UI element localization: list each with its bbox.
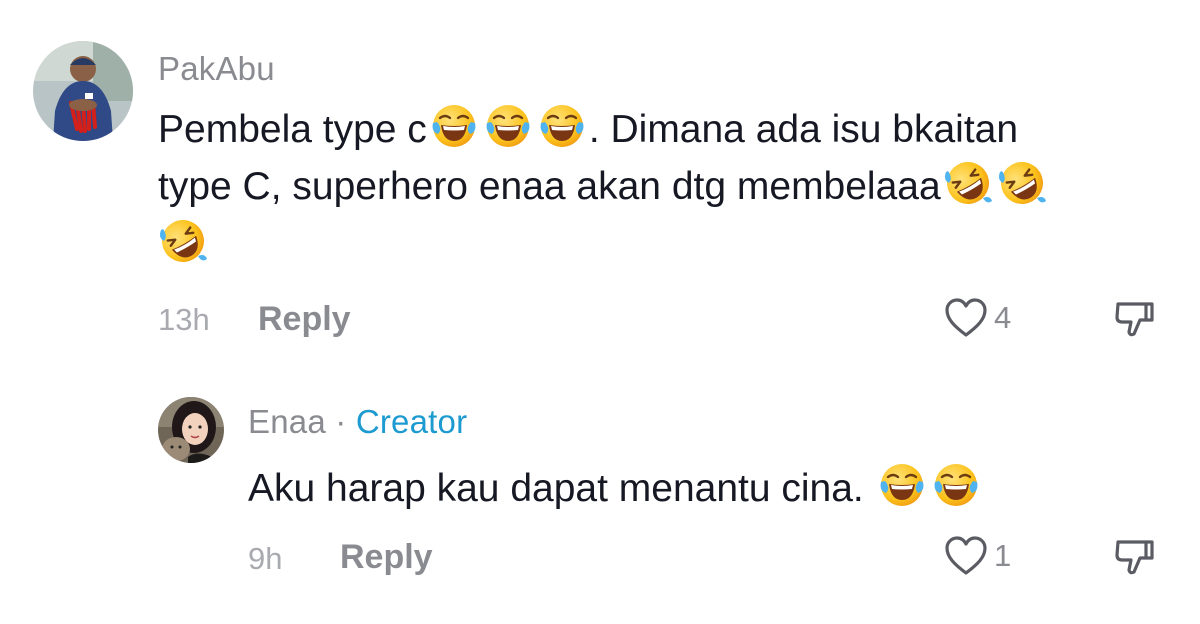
like-count: 4 <box>994 300 1012 335</box>
comment-username[interactable]: Enaa <box>248 403 326 440</box>
avatar[interactable] <box>33 41 133 141</box>
comment-timestamp: 13h <box>158 302 210 337</box>
reply-username-row: Enaa · Creator <box>248 403 467 441</box>
face-with-tears-of-joy-icon <box>537 101 587 151</box>
creator-badge: Creator <box>355 403 468 440</box>
separator-dot: · <box>335 403 347 440</box>
dislike-button[interactable] <box>1112 536 1156 585</box>
face-with-tears-of-joy-icon <box>483 101 533 151</box>
like-count: 1 <box>994 538 1012 573</box>
face-with-tears-of-joy-icon <box>877 460 927 510</box>
comment-text-line <box>156 216 210 273</box>
comment-text-segment: Aku harap kau dapat menantu cina. <box>248 467 864 510</box>
comment-item: PakAbu Pembela type c . Dimana ada isu bk… <box>0 0 1200 360</box>
like-button[interactable]: 4 <box>944 297 1011 339</box>
comment-text-line: type C, superhero enaa akan dtg membelaa… <box>158 158 1049 215</box>
comment-timestamp: 9h <box>248 541 283 576</box>
comment-text-segment: . Dimana ada isu bkaitan <box>588 108 1019 151</box>
avatar[interactable] <box>158 397 224 463</box>
comment-text-segment: type C, superhero enaa akan dtg membelaa… <box>158 165 941 208</box>
reply-button[interactable]: Reply <box>258 300 351 339</box>
rolling-on-the-floor-laughing-icon <box>943 158 993 208</box>
reply-comment-item: Enaa · Creator Aku harap kau dapat menan… <box>0 360 1200 624</box>
comment-text-segment: Pembela type c <box>158 108 427 151</box>
comment-username[interactable]: PakAbu <box>158 50 275 88</box>
dislike-button[interactable] <box>1112 298 1156 347</box>
face-with-tears-of-joy-icon <box>429 101 479 151</box>
comment-text: Pembela type c . Dimana ada isu bkaitan <box>158 101 1018 158</box>
thumbs-down-icon <box>1115 302 1154 337</box>
comments-page: PakAbu Pembela type c . Dimana ada isu bk… <box>0 0 1200 624</box>
face-with-tears-of-joy-icon <box>931 460 981 510</box>
like-button[interactable]: 1 <box>944 535 1011 577</box>
heart-outline-icon <box>945 536 987 575</box>
comment-text: Aku harap kau dapat menantu cina. <box>248 460 983 517</box>
reply-button[interactable]: Reply <box>340 538 433 577</box>
heart-outline-icon <box>945 298 987 337</box>
rolling-on-the-floor-laughing-icon <box>997 158 1047 208</box>
thumbs-down-icon <box>1115 540 1154 575</box>
rolling-on-the-floor-laughing-icon <box>158 216 208 266</box>
